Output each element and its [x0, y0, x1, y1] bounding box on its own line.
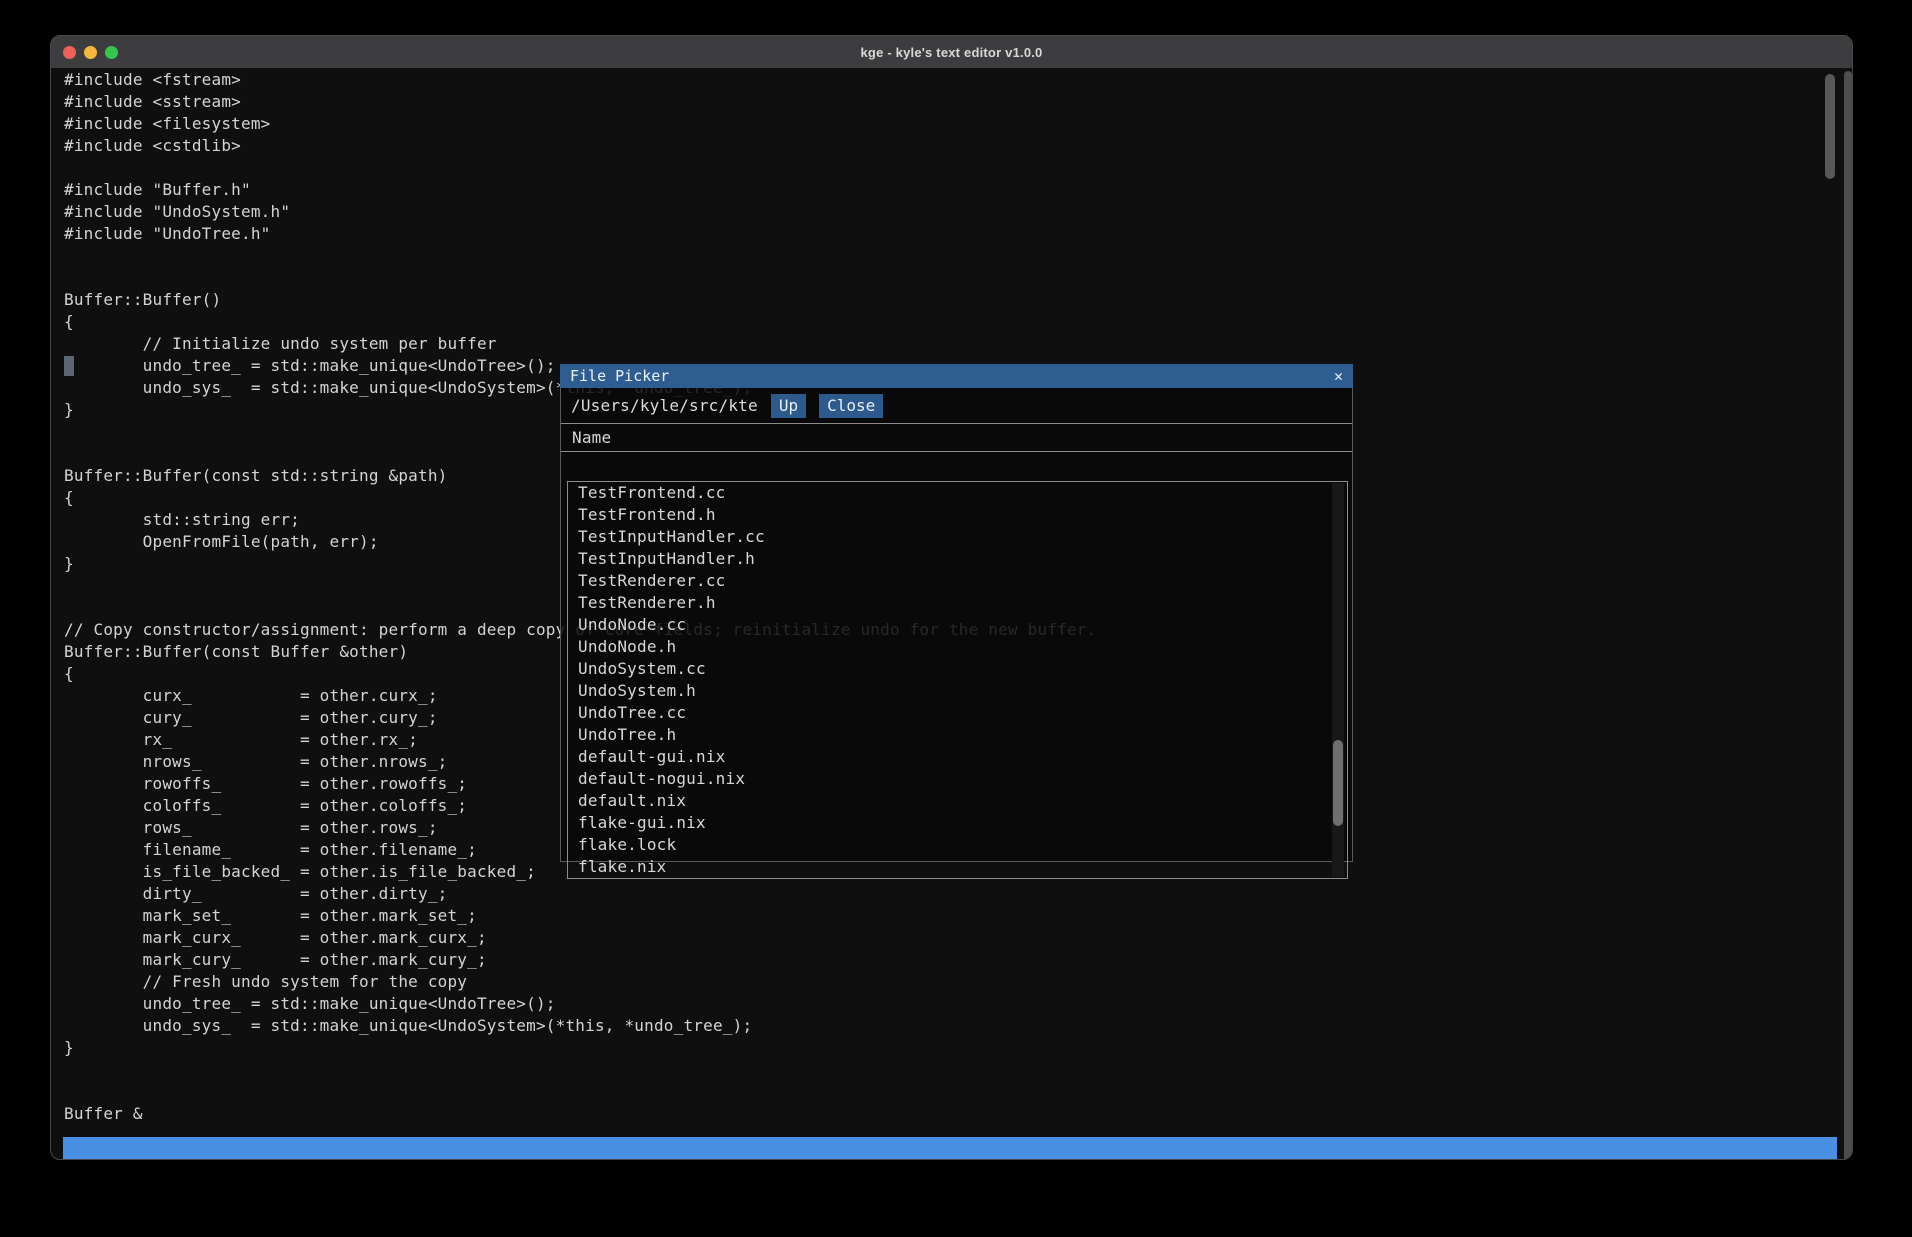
close-icon[interactable]: ✕	[1334, 367, 1343, 385]
file-list-item[interactable]: TestRenderer.cc	[568, 570, 1347, 592]
file-list-item[interactable]: UndoNode.cc	[568, 614, 1347, 636]
file-list-item[interactable]: TestFrontend.h	[568, 504, 1347, 526]
editor-scrollbar[interactable]	[1825, 74, 1835, 179]
file-list-item[interactable]: UndoTree.h	[568, 724, 1347, 746]
file-list-item[interactable]: UndoNode.h	[568, 636, 1347, 658]
traffic-lights	[63, 36, 118, 68]
path-row: /Users/kyle/src/kte Up Close	[561, 388, 1352, 423]
column-header-name: Name	[561, 424, 1352, 451]
file-list-item[interactable]: TestFrontend.cc	[568, 482, 1347, 504]
close-button[interactable]: Close	[819, 394, 883, 418]
minimize-window-button[interactable]	[84, 46, 97, 59]
file-list-item[interactable]: TestInputHandler.cc	[568, 526, 1347, 548]
file-list-item[interactable]: default-nogui.nix	[568, 768, 1347, 790]
file-list-item[interactable]: default-gui.nix	[568, 746, 1347, 768]
separator	[561, 451, 1352, 452]
file-list-items: TestFrontend.ccTestFrontend.hTestInputHa…	[568, 482, 1347, 878]
file-list-item[interactable]: UndoSystem.cc	[568, 658, 1347, 680]
zoom-window-button[interactable]	[105, 46, 118, 59]
editor-cursor	[64, 356, 74, 376]
file-picker-body: /Users/kyle/src/kte Up Close Name TestFr…	[561, 388, 1352, 861]
file-list-item[interactable]: UndoSystem.h	[568, 680, 1347, 702]
file-picker-dialog: File Picker ✕ /Users/kyle/src/kte Up Clo…	[560, 364, 1353, 862]
file-list-item[interactable]: TestRenderer.h	[568, 592, 1347, 614]
file-list-item[interactable]: default.nix	[568, 790, 1347, 812]
file-list-item[interactable]: UndoTree.cc	[568, 702, 1347, 724]
file-list-scrollbar-track[interactable]	[1332, 483, 1344, 877]
close-window-button[interactable]	[63, 46, 76, 59]
file-list-item[interactable]: TestInputHandler.h	[568, 548, 1347, 570]
file-list-item[interactable]: flake.lock	[568, 834, 1347, 856]
up-button[interactable]: Up	[771, 394, 806, 418]
window-titlebar[interactable]: kge - kyle's text editor v1.0.0	[51, 36, 1852, 68]
file-list-item[interactable]: flake.nix	[568, 856, 1347, 878]
file-list-scrollbar[interactable]	[1333, 740, 1343, 826]
file-list-item[interactable]: flake-gui.nix	[568, 812, 1347, 834]
file-picker-titlebar[interactable]: File Picker ✕	[560, 364, 1353, 388]
current-path: /Users/kyle/src/kte	[571, 396, 758, 415]
status-bar: kge v1.0.0 [1/1] Buffer.cc 486L Open Fil…	[63, 1137, 1837, 1160]
file-list: TestFrontend.ccTestFrontend.hTestInputHa…	[567, 481, 1348, 879]
file-picker-title: File Picker	[570, 367, 669, 385]
window-title: kge - kyle's text editor v1.0.0	[861, 45, 1043, 60]
window-scrollbar[interactable]	[1844, 71, 1852, 1160]
editor-window: #include <fstream> #include <sstream> #i…	[50, 35, 1853, 1160]
